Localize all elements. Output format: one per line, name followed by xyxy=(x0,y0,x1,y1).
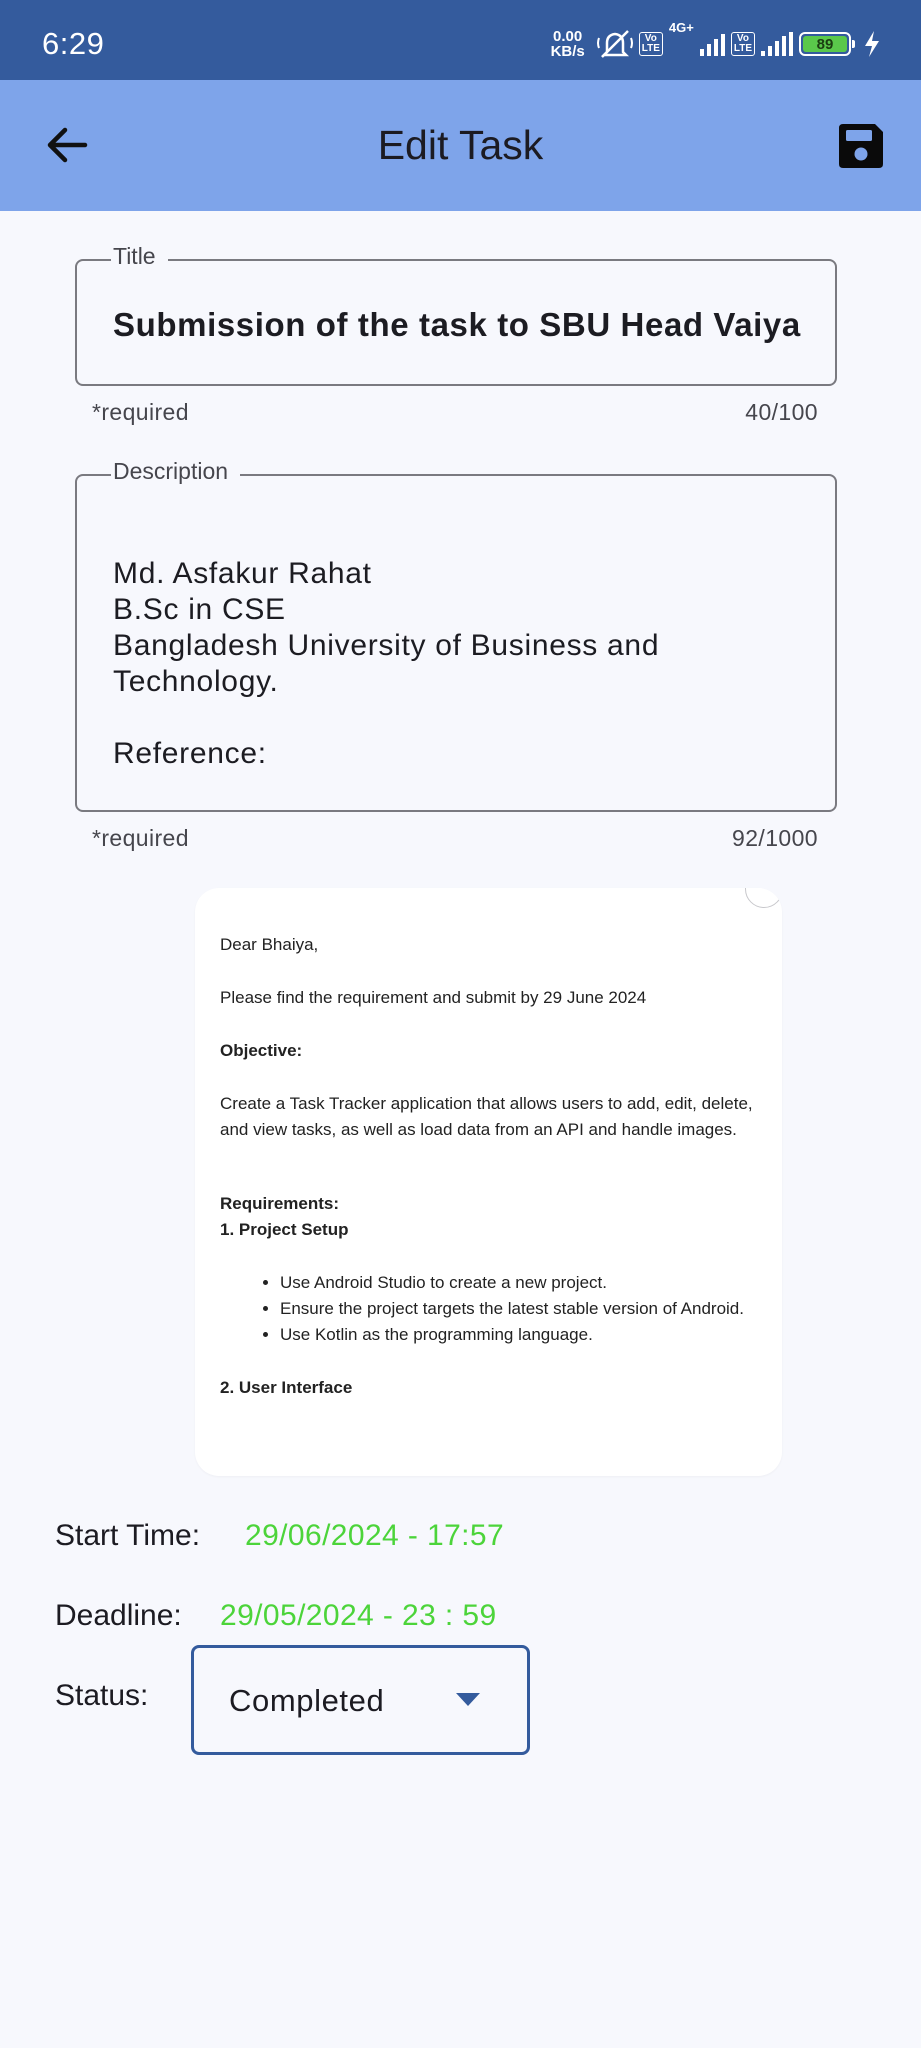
volte-icon: Vo LTE xyxy=(638,32,663,56)
net-speed-unit: KB/s xyxy=(550,43,585,60)
doc-greeting: Dear Bhaiya, xyxy=(220,935,319,954)
doc-intro: Please find the requirement and submit b… xyxy=(220,988,647,1007)
status-label: Status: xyxy=(55,1679,149,1712)
doc-section2-heading: 2. User Interface xyxy=(220,1378,353,1397)
doc-section1-heading: 1. Project Setup xyxy=(220,1220,349,1239)
volte-bottom: LTE xyxy=(733,43,752,54)
doc-objective-text: Create a Task Tracker application that a… xyxy=(220,1094,753,1139)
status-dropdown[interactable]: Completed xyxy=(191,1645,530,1755)
clock: 6:29 xyxy=(42,26,105,61)
volte-icon: Vo LTE xyxy=(730,32,755,56)
deadline-label: Deadline: xyxy=(55,1599,182,1632)
title-input-value[interactable]: Submission of the task to SBU Head Vaiya xyxy=(113,306,801,344)
doc-requirements-heading: Requirements: xyxy=(220,1194,340,1213)
image-corner-icon xyxy=(745,888,782,908)
system-status-bar: 6:29 0.00 KB/s Vo LTE 4G+ Vo LTE 89 xyxy=(0,0,921,80)
description-field[interactable]: Description Md. Asfakur Rahat B.Sc in CS… xyxy=(75,458,837,812)
net-speed-value: 0.00 xyxy=(553,28,583,45)
signal-icon xyxy=(761,32,793,56)
title-required-hint: *required xyxy=(92,399,189,425)
save-icon xyxy=(839,124,883,168)
charging-icon xyxy=(865,31,879,57)
battery-level: 89 xyxy=(803,36,847,53)
description-field-label: Description xyxy=(111,458,241,485)
attached-image[interactable]: Dear Bhaiya, Please find the requirement… xyxy=(195,888,782,1476)
battery-icon: 89 xyxy=(799,32,855,56)
start-time-value[interactable]: 29/06/2024 - 17:57 xyxy=(245,1519,504,1553)
volte-bottom: LTE xyxy=(641,43,660,54)
status-selected-value: Completed xyxy=(229,1683,385,1718)
network-type: 4G+ xyxy=(668,20,694,35)
net-speed: 0.00 KB/s xyxy=(551,29,585,59)
mute-icon xyxy=(596,30,633,58)
top-app-bar: Edit Task xyxy=(0,80,921,211)
doc-objective-heading: Objective: xyxy=(220,1041,303,1060)
title-field-label: Title xyxy=(111,243,168,270)
description-char-counter: 92/1000 xyxy=(732,825,818,851)
description-input-value[interactable]: Md. Asfakur Rahat B.Sc in CSE Bangladesh… xyxy=(113,556,803,772)
title-char-counter: 40/100 xyxy=(745,399,818,425)
description-required-hint: *required xyxy=(92,825,189,851)
doc-bullet: Use Kotlin as the programming language. xyxy=(280,1322,760,1348)
page-title: Edit Task xyxy=(377,122,544,168)
doc-bullet: Ensure the project targets the latest st… xyxy=(280,1296,760,1322)
title-field[interactable]: Title Submission of the task to SBU Head… xyxy=(75,243,837,386)
doc-section1-list: Use Android Studio to create a new proje… xyxy=(220,1270,760,1348)
doc-bullet: Use Android Studio to create a new proje… xyxy=(280,1270,760,1296)
status-icons: 0.00 KB/s Vo LTE 4G+ Vo LTE 89 xyxy=(551,20,881,62)
deadline-value[interactable]: 29/05/2024 - 23 : 59 xyxy=(220,1599,497,1633)
signal-icon xyxy=(699,32,725,56)
attached-document: Dear Bhaiya, Please find the requirement… xyxy=(220,932,760,1401)
start-time-label: Start Time: xyxy=(55,1519,201,1552)
dropdown-arrow-icon xyxy=(456,1693,480,1706)
save-button[interactable] xyxy=(835,120,887,172)
